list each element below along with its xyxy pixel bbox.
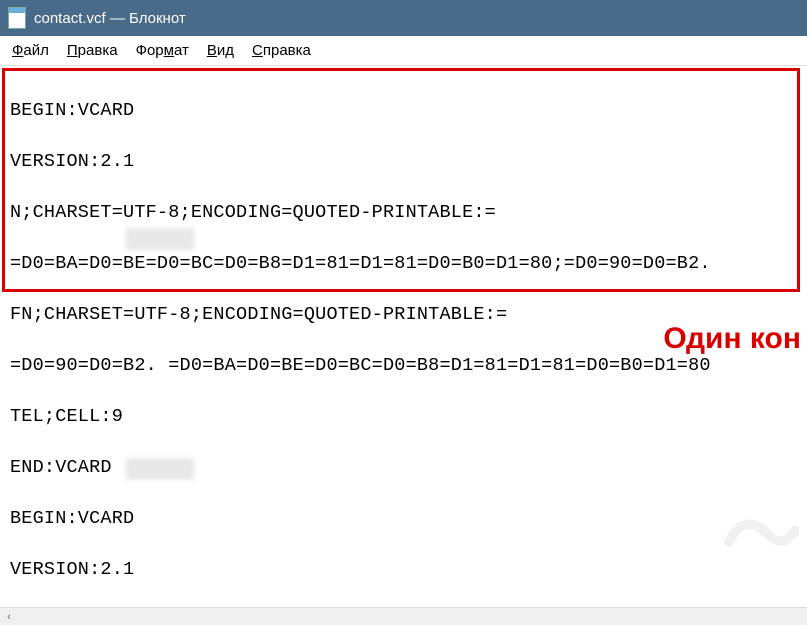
blur-redaction-1 — [126, 228, 194, 250]
text-line: FN;CHARSET=UTF-8;ENCODING=QUOTED-PRINTAB… — [10, 302, 797, 328]
text-line: =D0=BA=D0=BE=D0=BC=D0=B8=D1=81=D1=81=D0=… — [10, 251, 797, 277]
text-line: BEGIN:VCARD — [10, 98, 797, 124]
scroll-left-icon[interactable]: ‹ — [0, 608, 18, 626]
text-line: VERSION:2.1 — [10, 557, 797, 583]
text-content[interactable]: BEGIN:VCARD VERSION:2.1 N;CHARSET=UTF-8;… — [0, 66, 807, 607]
window-title: contact.vcf — Блокнот — [34, 10, 186, 27]
menu-file[interactable]: Файл — [12, 42, 49, 59]
text-line: =D0=90=D0=B2. =D0=BA=D0=BE=D0=BC=D0=B8=D… — [10, 353, 797, 379]
text-line: N;CHARSET=UTF-8;ENCODING=QUOTED-PRINTABL… — [10, 200, 797, 226]
text-line: TEL;CELL:9 — [10, 404, 797, 430]
menu-edit[interactable]: Правка — [67, 42, 118, 59]
menubar: Файл Правка Формат Вид Справка — [0, 36, 807, 66]
editor-area[interactable]: Один кон BEGIN:VCARD VERSION:2.1 N;CHARS… — [0, 66, 807, 607]
menu-format[interactable]: Формат — [136, 42, 189, 59]
blur-redaction-2 — [126, 458, 194, 480]
menu-help[interactable]: Справка — [252, 42, 311, 59]
text-line: BEGIN:VCARD — [10, 506, 797, 532]
horizontal-scrollbar[interactable]: ‹ — [0, 607, 807, 625]
text-line: VERSION:2.1 — [10, 149, 797, 175]
titlebar: contact.vcf — Блокнот — [0, 0, 807, 36]
notepad-icon — [8, 7, 26, 29]
menu-view[interactable]: Вид — [207, 42, 234, 59]
